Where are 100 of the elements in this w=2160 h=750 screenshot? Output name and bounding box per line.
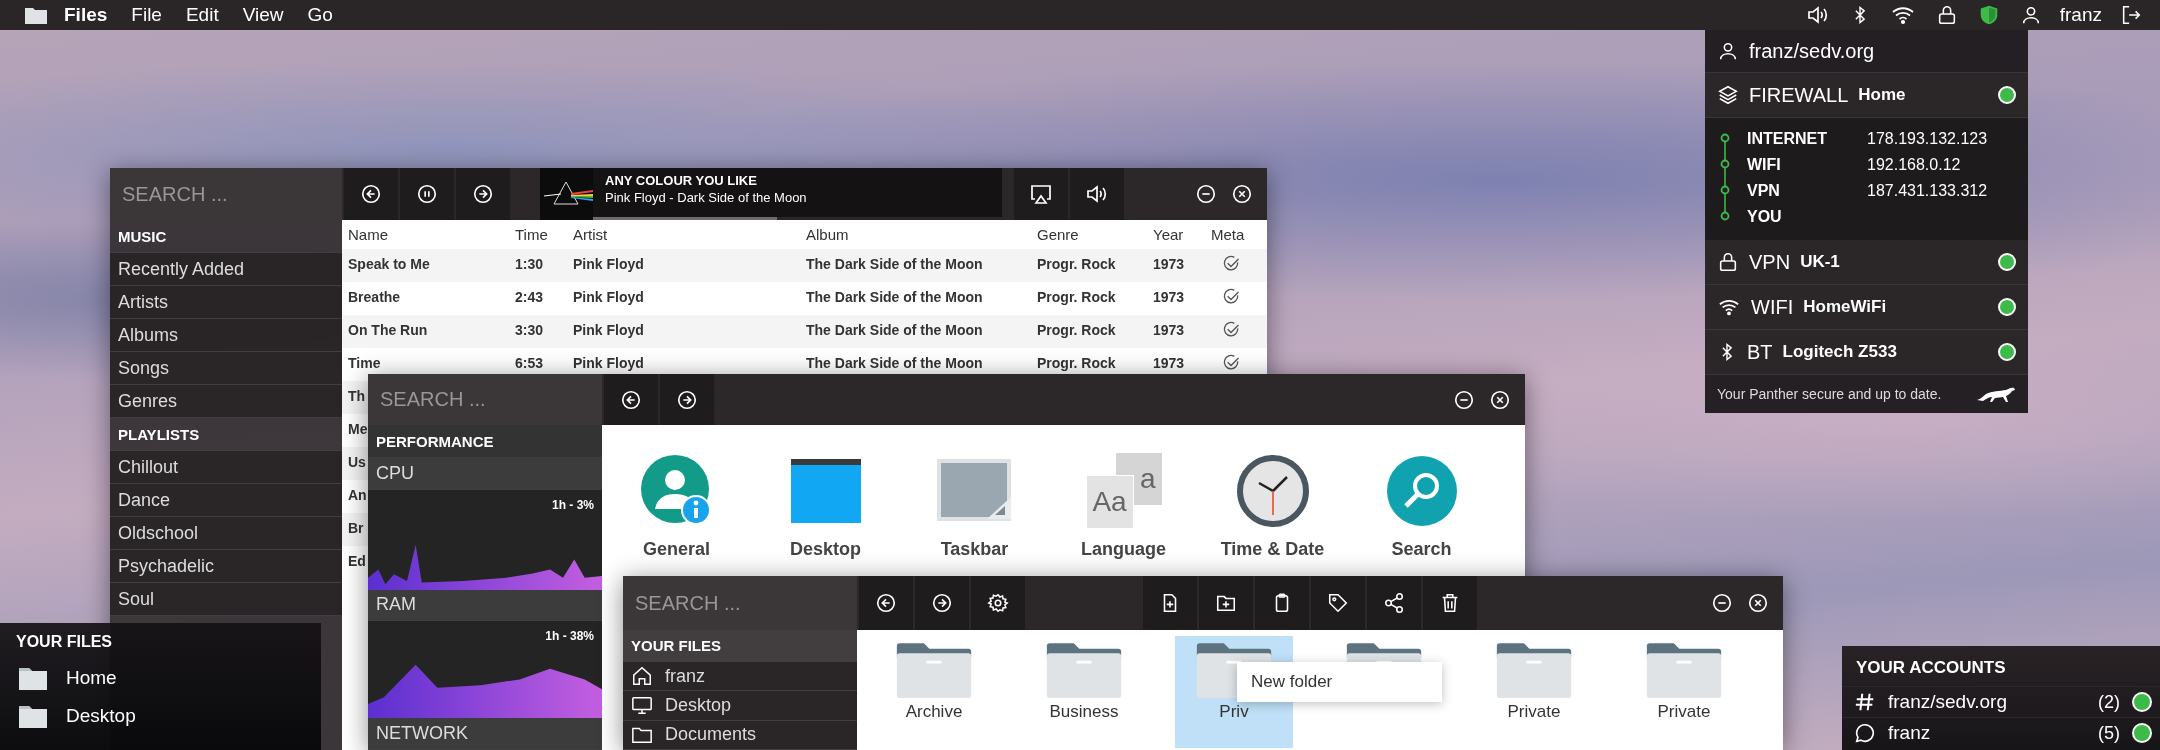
close-icon[interactable] (1489, 388, 1511, 411)
settings-button[interactable] (971, 576, 1025, 630)
settings-category[interactable]: a Aa Language (1049, 453, 1198, 560)
sidebar-item[interactable]: Desktop (623, 691, 857, 721)
search-field[interactable]: SEARCH ... (623, 576, 857, 630)
account-item[interactable]: franz/sedv.org (2) (1842, 686, 2160, 717)
connection-value: Home (1858, 85, 1906, 105)
folder-item[interactable]: Private (1475, 636, 1593, 748)
search-field[interactable]: SEARCH ... (368, 374, 602, 425)
logout-icon[interactable] (2120, 4, 2142, 26)
sidebar-item[interactable]: Albums (110, 319, 342, 352)
column-header[interactable]: Time (515, 220, 548, 249)
sidebar-item[interactable]: CPU (368, 458, 602, 490)
settings-category[interactable]: Search (1347, 453, 1496, 560)
column-header[interactable]: Album (806, 220, 849, 249)
share-button[interactable] (1367, 576, 1421, 630)
column-header[interactable]: Name (348, 220, 388, 249)
settings-category[interactable]: General (602, 453, 751, 560)
user-icon (1717, 40, 1739, 62)
sidebar-item[interactable]: Chillout (110, 451, 342, 484)
folder-item[interactable]: Archive (875, 636, 993, 748)
sidebar-item[interactable]: Oldschool (110, 517, 342, 550)
layers-icon (1717, 84, 1739, 106)
folder-item[interactable]: Business (1025, 636, 1143, 748)
search-field[interactable]: SEARCH ... (110, 168, 342, 220)
folder-item[interactable]: Private (1625, 636, 1743, 748)
back-button[interactable] (859, 576, 913, 630)
volume-button[interactable] (1070, 168, 1124, 220)
table-cell-text: On The Run (348, 321, 428, 340)
delete-button[interactable] (1423, 576, 1477, 630)
sidebar-item[interactable]: Soul (110, 583, 342, 616)
settings-category[interactable]: Taskbar (900, 453, 1049, 560)
back-button[interactable] (604, 374, 658, 425)
minimize-icon[interactable] (1453, 388, 1475, 411)
menu-item[interactable]: View (232, 4, 294, 26)
connection-label: WIFI (1751, 295, 1794, 319)
table-cell-text: Pink Floyd (573, 321, 644, 340)
minimize-icon[interactable] (1195, 183, 1217, 205)
new-file-button[interactable] (1143, 576, 1197, 630)
menu-item[interactable]: Edit (175, 4, 229, 26)
settings-category[interactable]: Desktop (751, 453, 900, 560)
settings-category[interactable]: Time & Date (1198, 453, 1347, 560)
folder-shortcut[interactable]: Home (0, 659, 321, 697)
column-header[interactable]: Year (1153, 220, 1184, 249)
sidebar-item[interactable]: Dance (110, 484, 342, 517)
arrow-right-icon (472, 183, 494, 205)
previous-button[interactable] (344, 168, 398, 220)
column-header[interactable]: Meta (1211, 220, 1245, 249)
arrow-right-icon (931, 592, 953, 614)
table-cell-text: Speak to Me (348, 255, 430, 274)
tag-button[interactable] (1311, 576, 1365, 630)
sidebar-item[interactable]: Psychadelic (110, 550, 342, 583)
sidebar-item[interactable]: Genres (110, 385, 342, 418)
folder-shortcut[interactable]: Desktop (0, 697, 321, 735)
sidebar-item[interactable]: Recently Added (110, 253, 342, 286)
track-title: ANY COLOUR YOU LIKE (605, 173, 758, 188)
account-name: franz/sedv.org (1749, 39, 1875, 63)
minimize-icon[interactable] (1711, 592, 1733, 614)
folder-icon (18, 665, 48, 691)
airplay-button[interactable] (1014, 168, 1068, 220)
table-cell-text: Pink Floyd (573, 288, 644, 307)
close-icon[interactable] (1747, 592, 1769, 614)
forward-button[interactable] (915, 576, 969, 630)
column-header[interactable]: Artist (573, 220, 608, 249)
new-folder-button[interactable] (1199, 576, 1253, 630)
connection-label: VPN (1749, 250, 1791, 274)
folder-icon (1645, 642, 1723, 700)
account-item[interactable]: franz (5) (1842, 717, 2160, 748)
sidebar-item[interactable]: franz (623, 662, 857, 692)
user-name[interactable]: franz (2059, 4, 2102, 26)
connection-value: Logitech Z533 (1782, 342, 1897, 362)
menu-item[interactable]: Go (297, 4, 343, 26)
table-cell-text: The Dark Side of the Moon (806, 354, 983, 373)
table-cell-text: Ed (348, 552, 366, 571)
table-cell-text: Progr. Rock (1037, 288, 1116, 307)
home-icon (631, 665, 653, 688)
progress-track[interactable] (593, 217, 1002, 220)
status-message: Your Panther secure and up to date. (1717, 386, 1942, 402)
sidebar-item[interactable]: Artists (110, 286, 342, 319)
sidebar-item[interactable]: Documents (623, 720, 857, 750)
close-icon[interactable] (1231, 183, 1253, 205)
track-artist-album: Pink Floyd - Dark Side of the Moon (605, 190, 808, 205)
graph-reading: 1h - 38% (545, 629, 594, 644)
pause-button[interactable] (400, 168, 454, 220)
folder-icon[interactable] (24, 5, 48, 25)
table-cell-text: Pink Floyd (573, 354, 644, 373)
table-cell-text: 1973 (1153, 354, 1185, 373)
folder-icon (18, 703, 48, 729)
table-cell-text: 1:30 (515, 255, 544, 274)
sidebar-item[interactable]: Songs (110, 352, 342, 385)
next-button[interactable] (456, 168, 510, 220)
table-cell-text: The Dark Side of the Moon (806, 255, 983, 274)
table-cell-text: 2:43 (515, 288, 544, 307)
menu-item[interactable]: File (121, 4, 172, 26)
sidebar-item[interactable]: RAM (368, 589, 602, 622)
folder-icon (1495, 642, 1573, 700)
forward-button[interactable] (660, 374, 714, 425)
sidebar-item[interactable]: NETWORK (368, 718, 602, 750)
column-header[interactable]: Genre (1037, 220, 1079, 249)
clipboard-button[interactable] (1255, 576, 1309, 630)
